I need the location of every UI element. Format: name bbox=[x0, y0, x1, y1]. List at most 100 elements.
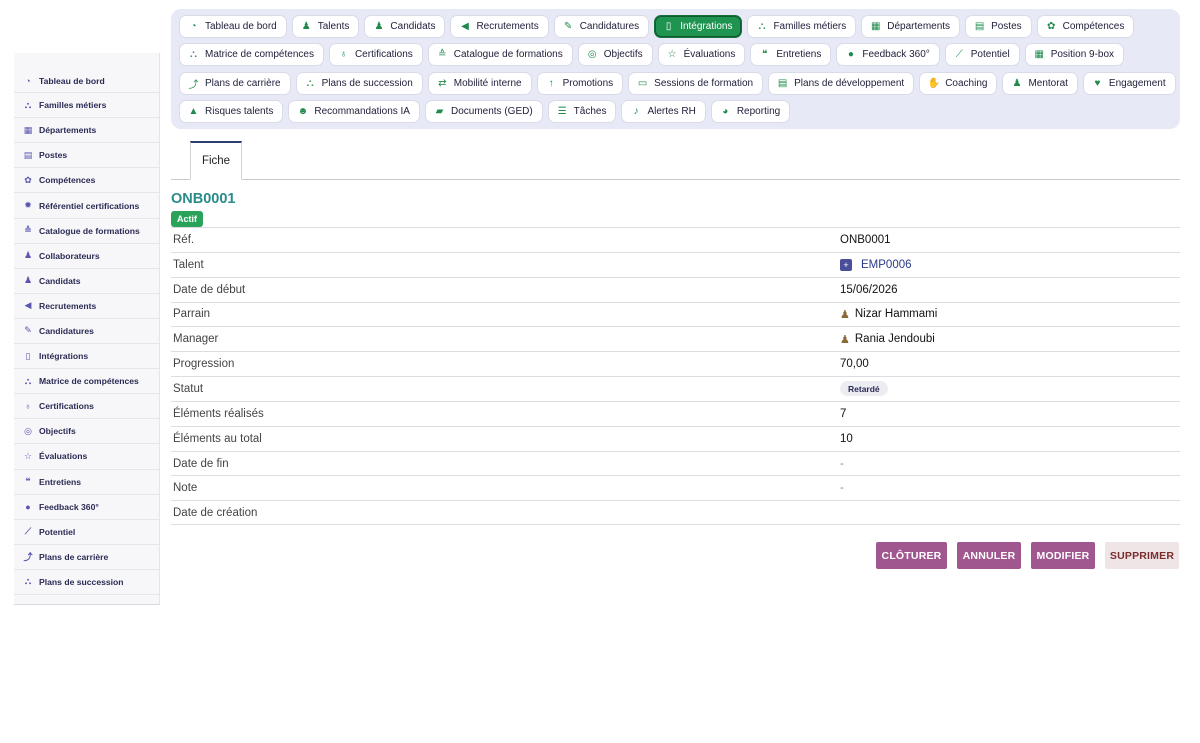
nav-pill-label: Certifications bbox=[354, 49, 413, 61]
nav-pill[interactable]: ♪ Alertes RH bbox=[621, 99, 706, 123]
nav-pill[interactable]: ◕ Reporting bbox=[710, 99, 791, 123]
plus-square-icon[interactable]: + bbox=[840, 258, 852, 271]
nav-pill-label: Catalogue de formations bbox=[453, 49, 563, 61]
warning-icon: ▲ bbox=[188, 105, 199, 117]
bullhorn-icon: ◀ bbox=[461, 21, 469, 32]
door-open-icon: ▯ bbox=[665, 21, 672, 32]
sidebar-item[interactable]: ⛬ Familles métiers bbox=[14, 93, 159, 119]
nav-pill[interactable]: ▭ Sessions de formation bbox=[628, 71, 764, 95]
nav-pill[interactable]: ✋ Coaching bbox=[919, 71, 998, 95]
nav-pill[interactable]: ❝ Entretiens bbox=[750, 43, 832, 67]
close-button[interactable]: CLÔTURER bbox=[876, 542, 947, 569]
nav-pill[interactable]: ♁ Certifications bbox=[328, 43, 423, 67]
nav-pill[interactable]: ✿ Compétences bbox=[1036, 15, 1135, 38]
field-row-progress: Progression 70,00 bbox=[171, 351, 1180, 376]
field-row-end-date: Date de fin - bbox=[171, 450, 1180, 476]
tab-fiche[interactable]: Fiche bbox=[190, 141, 242, 180]
nav-pill[interactable]: ⤴ Plans de carrière bbox=[179, 71, 291, 95]
nav-pill[interactable]: ▲ Risques talents bbox=[179, 99, 284, 123]
sidebar-item[interactable]: ♟ Collaborateurs bbox=[14, 244, 159, 269]
nav-pill[interactable]: ⇄ Mobilité interne bbox=[427, 71, 532, 95]
heart-icon: ♥ bbox=[1094, 77, 1101, 89]
nav-pill[interactable]: ▰ Documents (GED) bbox=[424, 99, 543, 123]
nav-pill[interactable]: ☆ Évaluations bbox=[657, 43, 746, 67]
nav-pill[interactable]: ● Feedback 360° bbox=[836, 43, 940, 67]
nav-pill[interactable]: ☰ Tâches bbox=[547, 99, 617, 123]
nav-pill[interactable]: ♟ Candidats bbox=[364, 15, 446, 38]
sitemap-icon: ⛬ bbox=[758, 21, 766, 32]
nav-pill[interactable]: ☻ Recommandations IA bbox=[288, 99, 420, 123]
edit-button[interactable]: MODIFIER bbox=[1031, 542, 1095, 569]
field-value-done-items: 7 bbox=[840, 407, 847, 420]
nav-pill-label: Feedback 360° bbox=[862, 49, 930, 61]
nav-pill[interactable]: ▯ Intégrations bbox=[654, 15, 743, 38]
sidebar-item[interactable]: ♟ Candidats bbox=[14, 269, 159, 294]
nav-pill[interactable]: ♟ Talents bbox=[291, 15, 360, 38]
nav-pill[interactable]: ▤ Postes bbox=[965, 15, 1032, 38]
status-badge: Retardé bbox=[840, 381, 888, 397]
nav-pill[interactable]: ⛬ Matrice de compétences bbox=[179, 43, 324, 67]
sidebar-item[interactable]: ⤴ Plans de carrière bbox=[14, 545, 159, 570]
user-icon: ♟ bbox=[23, 250, 33, 261]
bullseye-icon: ◎ bbox=[24, 425, 32, 436]
sidebar-item[interactable]: ◎ Objectifs bbox=[14, 419, 159, 445]
talent-link[interactable]: EMP0006 bbox=[861, 259, 912, 271]
sidebar-item-label: Plans de carrière bbox=[39, 551, 109, 562]
sidebar-item[interactable]: ↑ Promotions bbox=[14, 595, 159, 604]
arrow-up-icon: ↑ bbox=[548, 77, 554, 89]
sidebar-item-label: Compétences bbox=[39, 175, 96, 186]
field-label: Statut bbox=[173, 382, 204, 395]
nav-pill[interactable]: ⛬ Familles métiers bbox=[747, 15, 857, 38]
sidebar-item[interactable]: ⟋ Potentiel bbox=[14, 520, 159, 545]
cancel-button[interactable]: ANNULER bbox=[957, 542, 1021, 569]
nav-pill[interactable]: ✎ Candidatures bbox=[553, 15, 650, 38]
gauge-icon: ◔ bbox=[25, 75, 31, 86]
sidebar-item[interactable]: ☆ Évaluations bbox=[14, 444, 159, 470]
nav-pill-label: Plans de succession bbox=[321, 77, 413, 89]
nav-pill[interactable]: ⟋ Potentiel bbox=[944, 43, 1020, 67]
nav-pill[interactable]: ◔ Tableau de bord bbox=[179, 15, 287, 38]
nav-pill[interactable]: ♟ Mentorat bbox=[1002, 71, 1078, 95]
nav-pill[interactable]: ▦ Position 9-box bbox=[1024, 43, 1125, 67]
nav-pill[interactable]: ↑ Promotions bbox=[536, 71, 624, 95]
nav-pill-label: Mobilité interne bbox=[453, 77, 522, 89]
chart-line-icon: ⟋ bbox=[955, 49, 963, 61]
award-icon: ♁ bbox=[24, 401, 32, 412]
sidebar: ◔ Tableau de bord ⛬ Familles métiers ▦ Départ… bbox=[14, 53, 160, 605]
sidebar-item[interactable]: ❝ Entretiens bbox=[14, 470, 159, 495]
sidebar-item[interactable]: ⛬ Plans de succession bbox=[14, 570, 159, 595]
sidebar-item[interactable]: ◔ Tableau de bord bbox=[14, 68, 159, 94]
sidebar-item[interactable]: ▤ Postes bbox=[14, 143, 159, 169]
manager-name[interactable]: Rania Jendoubi bbox=[855, 333, 935, 345]
nav-row: ▲ Risques talents ☻ Recommandations IA ▰ Docu… bbox=[179, 99, 1172, 124]
field-label: Note bbox=[173, 482, 198, 495]
sidebar-item[interactable]: ▦ Départements bbox=[14, 118, 159, 144]
sponsor-name[interactable]: Nizar Hammami bbox=[855, 308, 937, 320]
brain-icon: ✿ bbox=[1046, 21, 1056, 32]
nav-pill-label: Candidats bbox=[390, 21, 436, 32]
sidebar-item[interactable]: ✹ Référentiel certifications bbox=[14, 193, 159, 219]
sidebar-item[interactable]: ≙ Catalogue de formations bbox=[14, 219, 159, 244]
nav-pill[interactable]: ◀ Recrutements bbox=[450, 15, 549, 38]
nav-pill[interactable]: ≙ Catalogue de formations bbox=[427, 43, 573, 67]
delete-button[interactable]: SUPPRIMER bbox=[1105, 542, 1179, 569]
sidebar-item[interactable]: ⛬ Matrice de compétences bbox=[14, 369, 159, 395]
certificate-icon: ✹ bbox=[24, 200, 32, 211]
sidebar-item[interactable]: ▯ Intégrations bbox=[14, 344, 159, 370]
sidebar-item[interactable]: ● Feedback 360° bbox=[14, 495, 159, 520]
nav-pill-label: Promotions bbox=[562, 77, 614, 89]
sidebar-item-label: Feedback 360° bbox=[39, 501, 99, 512]
folder-open-icon: ▰ bbox=[435, 105, 444, 117]
sidebar-item-label: Recrutements bbox=[39, 300, 97, 311]
field-row-status: Statut Retardé bbox=[171, 376, 1180, 401]
nav-pill[interactable]: ▤ Plans de développement bbox=[768, 71, 915, 95]
nav-pill[interactable]: ▦ Départements bbox=[861, 15, 961, 38]
field-label: Progression bbox=[173, 358, 235, 371]
sidebar-item[interactable]: ◀ Recrutements bbox=[14, 294, 159, 319]
nav-pill[interactable]: ◎ Objectifs bbox=[577, 43, 653, 67]
sidebar-item[interactable]: ♁ Certifications bbox=[14, 394, 159, 420]
sidebar-item[interactable]: ✎ Candidatures bbox=[14, 319, 159, 345]
nav-pill[interactable]: ⛬ Plans de succession bbox=[295, 71, 423, 95]
nav-pill[interactable]: ♥ Engagement bbox=[1082, 71, 1176, 95]
sidebar-item[interactable]: ✿ Compétences bbox=[14, 168, 159, 194]
